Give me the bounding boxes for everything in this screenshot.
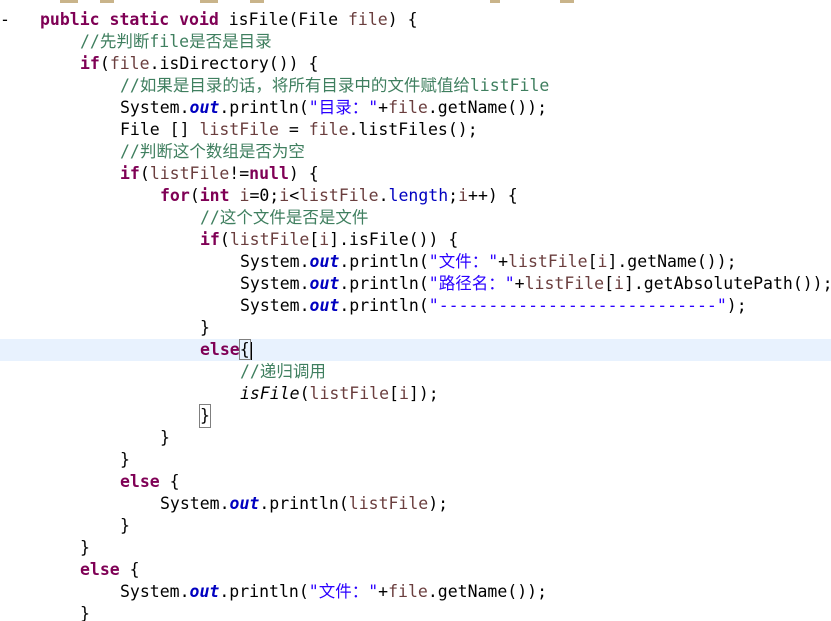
code-line-14[interactable]: System.out.println("--------------------… xyxy=(0,295,831,317)
code-content: if(file.isDirectory()) { xyxy=(80,54,319,73)
code-content: System.out.println("文件："+file.getName())… xyxy=(120,582,548,601)
code-content: System.out.println(listFile); xyxy=(160,494,449,513)
code-line-18[interactable]: isFile(listFile[i]); xyxy=(0,383,831,405)
code-line-4[interactable]: //如果是目录的话，将所有目录中的文件赋值给listFile xyxy=(0,75,831,97)
code-line-24[interactable]: } xyxy=(0,515,831,537)
code-line-7[interactable]: //判断这个数组是否为空 xyxy=(0,141,831,163)
code-line-12[interactable]: System.out.println("文件："+listFile[i].get… xyxy=(0,251,831,273)
code-content: } xyxy=(120,516,130,535)
code-line-11[interactable]: if(listFile[i].isFile()) { xyxy=(0,229,831,251)
bracket-match: { xyxy=(238,339,251,360)
code-line-16-current[interactable]: else{ xyxy=(0,339,831,361)
code-content: File [] listFile = file.listFiles(); xyxy=(120,120,478,139)
fold-marker[interactable]: - xyxy=(0,9,10,31)
code-line-23[interactable]: System.out.println(listFile); xyxy=(0,493,831,515)
code-line-8[interactable]: if(listFile!=null) { xyxy=(0,163,831,185)
code-line-25[interactable]: } xyxy=(0,537,831,559)
code-line-13[interactable]: System.out.println("路径名："+listFile[i].ge… xyxy=(0,273,831,295)
code-comment: //如果是目录的话，将所有目录中的文件赋值给listFile xyxy=(120,76,550,95)
code-comment: //先判断file是否是目录 xyxy=(80,32,272,51)
code-line-1[interactable]: - public static void isFile(File file) { xyxy=(0,9,831,31)
code-content: } xyxy=(160,428,170,447)
code-content: public static void isFile(File file) { xyxy=(40,10,418,29)
code-comment: //递归调用 xyxy=(240,362,326,381)
code-content: for(int i=0;i<listFile.length;i++) { xyxy=(160,186,518,205)
code-content: System.out.println("--------------------… xyxy=(240,296,747,315)
code-line-19[interactable]: } xyxy=(0,404,831,428)
tab-edge-mark xyxy=(560,0,574,3)
tab-edge-mark xyxy=(100,0,114,3)
code-content: System.out.println("文件："+listFile[i].get… xyxy=(240,252,737,271)
code-line-15[interactable]: } xyxy=(0,317,831,339)
tab-edge-mark xyxy=(60,0,78,3)
code-line-26[interactable]: else { xyxy=(0,559,831,581)
code-content: } xyxy=(80,538,90,557)
code-content: } xyxy=(120,450,130,469)
code-content: } xyxy=(80,604,90,621)
code-content: System.out.println("路径名："+listFile[i].ge… xyxy=(240,274,831,293)
code-content: else { xyxy=(80,560,140,579)
code-content: isFile(listFile[i]); xyxy=(240,384,439,403)
code-line-3[interactable]: if(file.isDirectory()) { xyxy=(0,53,831,75)
tab-edge-mark xyxy=(200,0,218,3)
code-line-6[interactable]: File [] listFile = file.listFiles(); xyxy=(0,119,831,141)
code-content: if(listFile!=null) { xyxy=(120,164,319,183)
code-line-17[interactable]: //递归调用 xyxy=(0,361,831,383)
code-line-27[interactable]: System.out.println("文件："+file.getName())… xyxy=(0,581,831,603)
code-line-21[interactable]: } xyxy=(0,449,831,471)
code-comment: //判断这个数组是否为空 xyxy=(120,142,305,161)
code-line-28[interactable]: } xyxy=(0,603,831,621)
code-content: if(listFile[i].isFile()) { xyxy=(200,230,459,249)
code-line-10[interactable]: //这个文件是否是文件 xyxy=(0,207,831,229)
code-line-9[interactable]: for(int i=0;i<listFile.length;i++) { xyxy=(0,185,831,207)
code-content: else { xyxy=(120,472,180,491)
code-line-22[interactable]: else { xyxy=(0,471,831,493)
code-comment: //这个文件是否是文件 xyxy=(200,208,369,227)
editor-top-edge xyxy=(0,0,831,3)
code-content: else{ xyxy=(200,339,252,360)
code-content: } xyxy=(200,318,210,337)
code-line-20[interactable]: } xyxy=(0,427,831,449)
code-line-2[interactable]: //先判断file是否是目录 xyxy=(0,31,831,53)
code-editor[interactable]: - public static void isFile(File file) {… xyxy=(0,0,831,621)
tab-edge-mark xyxy=(490,0,500,3)
tab-edge-mark xyxy=(250,0,264,3)
code-line-5[interactable]: System.out.println("目录："+file.getName())… xyxy=(0,97,831,119)
code-content: System.out.println("目录："+file.getName())… xyxy=(120,98,548,117)
text-caret xyxy=(250,341,252,360)
bracket-match: } xyxy=(199,404,211,428)
